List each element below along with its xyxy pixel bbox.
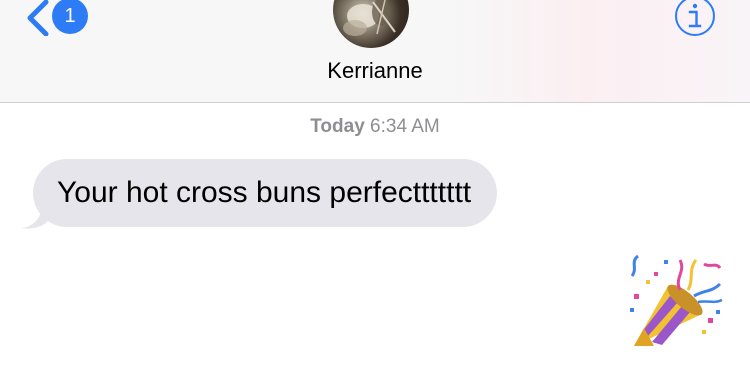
timestamp-time: 6:34 AM — [370, 116, 440, 137]
messages-screen: 1 Kerrianne Today 6:34 AM Your hot cross… — [0, 0, 750, 385]
incoming-message-bubble[interactable]: Your hot cross buns perfecttttttt — [33, 159, 498, 227]
party-popper-icon[interactable] — [624, 250, 724, 354]
contact-name[interactable]: Kerrianne — [0, 58, 750, 84]
message-timestamp: Today 6:34 AM — [0, 116, 750, 138]
unread-badge: 1 — [52, 0, 88, 34]
avatar-photo — [343, 0, 396, 36]
conversation-header: 1 Kerrianne — [0, 0, 750, 103]
timestamp-day: Today — [310, 116, 365, 137]
chevron-left-icon — [27, 0, 49, 36]
info-icon[interactable] — [673, 0, 717, 38]
contact-avatar[interactable] — [333, 0, 409, 48]
back-button[interactable]: 1 — [20, 0, 100, 40]
